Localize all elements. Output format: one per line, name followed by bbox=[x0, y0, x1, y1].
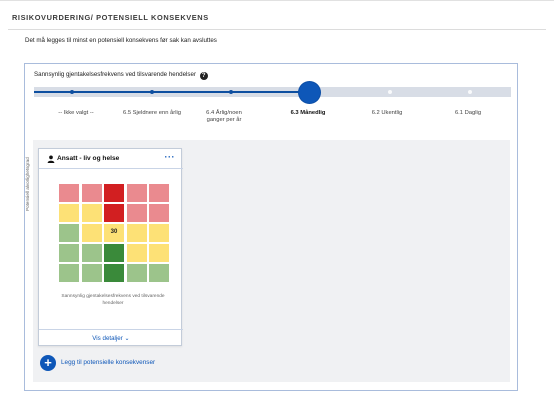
matrix-cell bbox=[81, 204, 102, 222]
matrix-cell-marked: 30 bbox=[104, 224, 124, 242]
matrix-cell bbox=[104, 204, 124, 222]
matrix-cell bbox=[81, 224, 102, 242]
frequency-option[interactable]: 6.2 Ukentlig bbox=[364, 110, 410, 117]
details-link[interactable]: Vis detaljer ⌄ bbox=[39, 335, 183, 342]
matrix-cell bbox=[59, 204, 79, 222]
card-footer: Vis detaljer ⌄ bbox=[39, 329, 183, 347]
matrix-cell bbox=[81, 264, 102, 282]
matrix-cell bbox=[126, 224, 147, 242]
matrix-cell bbox=[81, 244, 102, 262]
risk-matrix: 30 bbox=[59, 184, 169, 283]
frequency-option[interactable]: 6.1 Daglig bbox=[446, 110, 490, 117]
slider-step-dot[interactable] bbox=[150, 90, 154, 94]
matrix-cell bbox=[81, 184, 102, 202]
add-consequence-label[interactable]: Legg til potensielle konsekvenser bbox=[61, 359, 155, 366]
matrix-cell bbox=[104, 184, 124, 202]
consequence-cards-area: Ansatt - liv og helse ··· Potensiell alv… bbox=[25, 140, 510, 382]
matrix-cell bbox=[149, 244, 169, 262]
more-horizontal-icon[interactable]: ··· bbox=[165, 152, 176, 162]
top-divider bbox=[0, 0, 554, 1]
frequency-option[interactable]: 6.5 Sjeldnere enn årlig bbox=[121, 110, 183, 117]
person-icon bbox=[47, 155, 55, 163]
instruction-text: Det må legges til minst en potensiell ko… bbox=[25, 37, 217, 44]
section-title: RISIKOVURDERING/ POTENSIELL KONSEKVENS bbox=[12, 13, 209, 22]
section-header: RISIKOVURDERING/ POTENSIELL KONSEKVENS bbox=[8, 8, 546, 30]
slider-handle[interactable] bbox=[299, 82, 320, 103]
slider-step-dot[interactable] bbox=[70, 90, 74, 94]
matrix-cell bbox=[59, 184, 79, 202]
plus-icon: + bbox=[44, 355, 52, 370]
add-consequence-button[interactable]: + bbox=[40, 355, 56, 371]
card-title: Ansatt - liv og helse bbox=[57, 155, 120, 162]
consequence-card: Ansatt - liv og helse ··· Potensiell alv… bbox=[25, 148, 183, 347]
matrix-cell bbox=[126, 244, 147, 262]
matrix-y-label: Potensiell alvorlighetsgrad bbox=[25, 157, 30, 211]
frequency-option-selected[interactable]: 6.3 Månedlig bbox=[282, 110, 334, 117]
frequency-label-text: Sannsynlig gjentakelsesfrekvens ved tils… bbox=[34, 71, 197, 78]
slider-step-dot[interactable] bbox=[229, 90, 233, 94]
risk-panel: Sannsynlig gjentakelsesfrekvens ved tils… bbox=[24, 63, 518, 391]
frequency-option[interactable]: -- Ikke valgt -- bbox=[46, 110, 106, 117]
matrix-cell bbox=[59, 244, 79, 262]
matrix-cell bbox=[149, 184, 169, 202]
matrix-cell bbox=[104, 264, 124, 282]
matrix-cell bbox=[59, 264, 79, 282]
matrix-x-label: Sannsynlig gjentakelsesfrekvens ved tils… bbox=[61, 294, 165, 306]
frequency-option[interactable]: 6.4 Årlig/noen ganger per år bbox=[197, 110, 251, 124]
matrix-cell bbox=[59, 224, 79, 242]
matrix-cell bbox=[104, 244, 124, 262]
frequency-slider[interactable] bbox=[34, 82, 511, 103]
matrix-cell bbox=[126, 204, 147, 222]
matrix-cell bbox=[126, 264, 147, 282]
matrix-cell bbox=[126, 184, 147, 202]
frequency-label: Sannsynlig gjentakelsesfrekvens ved tils… bbox=[34, 71, 208, 80]
matrix-cell bbox=[149, 264, 169, 282]
question-circle-icon[interactable]: ? bbox=[199, 72, 208, 80]
slider-track-fill bbox=[34, 91, 310, 93]
slider-step-dot[interactable] bbox=[388, 90, 392, 94]
slider-step-dot[interactable] bbox=[468, 90, 472, 94]
matrix-cell bbox=[149, 204, 169, 222]
card-header: Ansatt - liv og helse ··· bbox=[39, 149, 183, 169]
matrix-cell bbox=[149, 224, 169, 242]
